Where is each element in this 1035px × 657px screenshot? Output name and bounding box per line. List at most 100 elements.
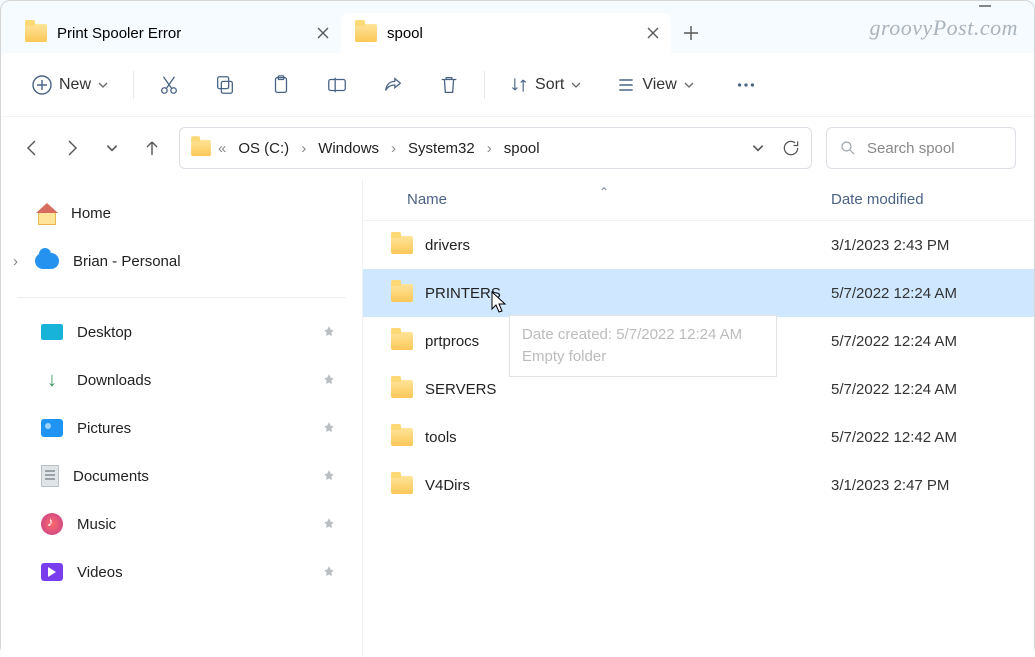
sidebar-item-label: Music [77,516,116,533]
column-header-date[interactable]: Date modified [831,191,1034,208]
downloads-icon: ↓ [41,369,63,392]
share-icon [382,74,404,96]
pin-icon[interactable] [322,565,336,579]
sidebar-item-pictures[interactable]: Pictures [1,404,362,452]
breadcrumb-system32[interactable]: System32 [402,138,481,159]
music-icon [41,513,63,535]
view-icon [616,75,636,95]
sidebar-item-home[interactable]: Home [1,189,362,237]
sort-label: Sort [535,76,564,94]
documents-icon [41,465,59,487]
sidebar-item-label: Home [71,205,111,222]
tooltip: Date created: 5/7/2022 12:24 AM Empty fo… [509,315,777,377]
navigation-row: « OS (C:) › Windows › System32 › spool S… [1,117,1034,179]
copy-icon [214,74,236,96]
divider [17,297,346,298]
search-box[interactable]: Search spool [826,127,1016,169]
pin-icon[interactable] [322,373,336,387]
pin-icon[interactable] [322,325,336,339]
file-date: 3/1/2023 2:47 PM [831,477,1034,494]
file-row[interactable]: drivers 3/1/2023 2:43 PM [363,221,1034,269]
search-placeholder: Search spool [867,140,955,157]
chevron-down-icon [683,79,695,91]
breadcrumb-spool[interactable]: spool [498,138,546,159]
refresh-button[interactable] [781,138,801,158]
chevron-right-icon[interactable]: › [13,253,18,270]
search-icon [839,139,857,157]
column-header-name[interactable]: Name ⌃ [363,191,831,208]
file-name: V4Dirs [425,477,470,494]
pin-icon[interactable] [322,421,336,435]
cut-button[interactable] [148,65,190,105]
delete-button[interactable] [428,65,470,105]
new-button[interactable]: New [21,65,119,105]
file-date: 5/7/2022 12:24 AM [831,285,1034,302]
recent-locations-button[interactable] [99,135,125,161]
file-row[interactable]: tools 5/7/2022 12:42 AM [363,413,1034,461]
file-name: SERVERS [425,381,496,398]
sidebar-item-videos[interactable]: Videos [1,548,362,596]
share-button[interactable] [372,65,414,105]
rename-button[interactable] [316,65,358,105]
tooltip-line: Date created: 5/7/2022 12:24 AM [522,324,764,346]
chevron-down-icon [570,79,582,91]
sidebar-item-desktop[interactable]: Desktop [1,308,362,356]
close-tab-icon[interactable] [641,21,665,45]
file-date: 5/7/2022 12:24 AM [831,333,1034,350]
back-button[interactable] [19,135,45,161]
folder-icon [391,380,413,398]
file-name: prtprocs [425,333,479,350]
breadcrumb-drive[interactable]: OS (C:) [232,138,295,159]
folder-icon [25,24,47,42]
chevron-right-icon[interactable]: › [485,140,494,157]
folder-icon [355,24,377,42]
view-button[interactable]: View [606,65,704,105]
toolbar: New Sort View [1,53,1034,117]
up-button[interactable] [139,135,165,161]
folder-icon [391,428,413,446]
file-name: tools [425,429,457,446]
address-dropdown-button[interactable] [751,141,765,155]
cut-icon [158,74,180,96]
sort-button[interactable]: Sort [499,65,592,105]
breadcrumb-overflow[interactable]: « [216,140,228,157]
file-name: PRINTERS [425,285,501,302]
more-button[interactable] [725,65,767,105]
sort-indicator-icon: ⌃ [599,185,609,199]
sidebar-item-downloads[interactable]: ↓ Downloads [1,356,362,404]
file-row[interactable]: V4Dirs 3/1/2023 2:47 PM [363,461,1034,509]
file-date: 3/1/2023 2:43 PM [831,237,1034,254]
paste-button[interactable] [260,65,302,105]
copy-button[interactable] [204,65,246,105]
tab-label: spool [387,25,423,42]
minimize-button[interactable] [978,0,1018,13]
desktop-icon [41,324,63,340]
breadcrumb-windows[interactable]: Windows [312,138,385,159]
folder-icon [191,140,211,156]
sidebar-item-documents[interactable]: Documents [1,452,362,500]
folder-icon [391,476,413,494]
onedrive-icon [35,253,59,269]
new-tab-button[interactable] [671,13,711,53]
chevron-right-icon[interactable]: › [299,140,308,157]
pin-icon[interactable] [322,469,336,483]
close-tab-icon[interactable] [311,21,335,45]
address-bar[interactable]: « OS (C:) › Windows › System32 › spool [179,127,812,169]
more-icon [735,74,757,96]
trash-icon [438,74,460,96]
new-label: New [59,76,91,94]
paste-icon [270,74,292,96]
sidebar-item-label: Desktop [77,324,132,341]
divider [133,71,134,99]
chevron-right-icon[interactable]: › [389,140,398,157]
forward-button[interactable] [59,135,85,161]
pin-icon[interactable] [322,517,336,531]
watermark: groovyPost.com [869,15,1018,41]
tab-print-spooler-error[interactable]: Print Spooler Error [11,13,341,53]
sidebar-item-onedrive[interactable]: › Brian - Personal [1,237,362,285]
sidebar-item-label: Downloads [77,372,151,389]
plus-circle-icon [31,74,53,96]
sidebar-item-music[interactable]: Music [1,500,362,548]
tab-spool[interactable]: spool [341,13,671,53]
file-row[interactable]: PRINTERS 5/7/2022 12:24 AM [363,269,1034,317]
